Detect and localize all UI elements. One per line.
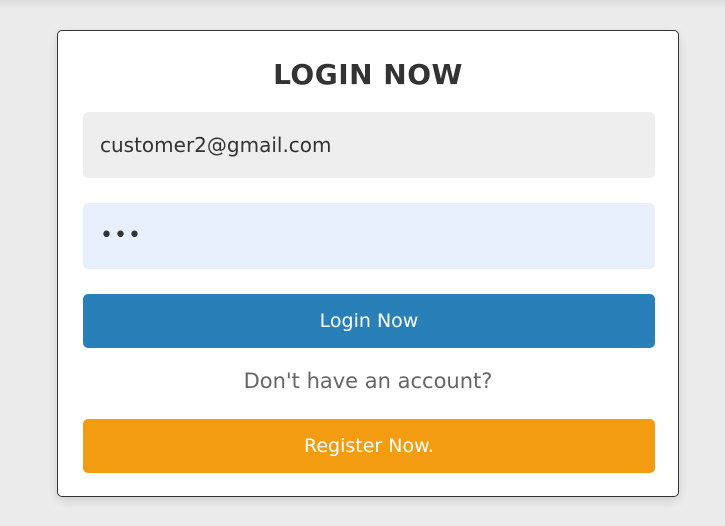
email-field[interactable] [83,112,655,178]
password-field[interactable]: ••• [83,203,655,269]
page-top-bar [0,0,725,8]
account-prompt: Don't have an account? [243,369,493,393]
form-title: LOGIN NOW [273,58,463,91]
register-button[interactable]: Register Now. [83,419,655,473]
login-form-card: LOGIN NOW ••• Login Now Don't have an ac… [57,30,679,497]
login-button[interactable]: Login Now [83,294,655,348]
